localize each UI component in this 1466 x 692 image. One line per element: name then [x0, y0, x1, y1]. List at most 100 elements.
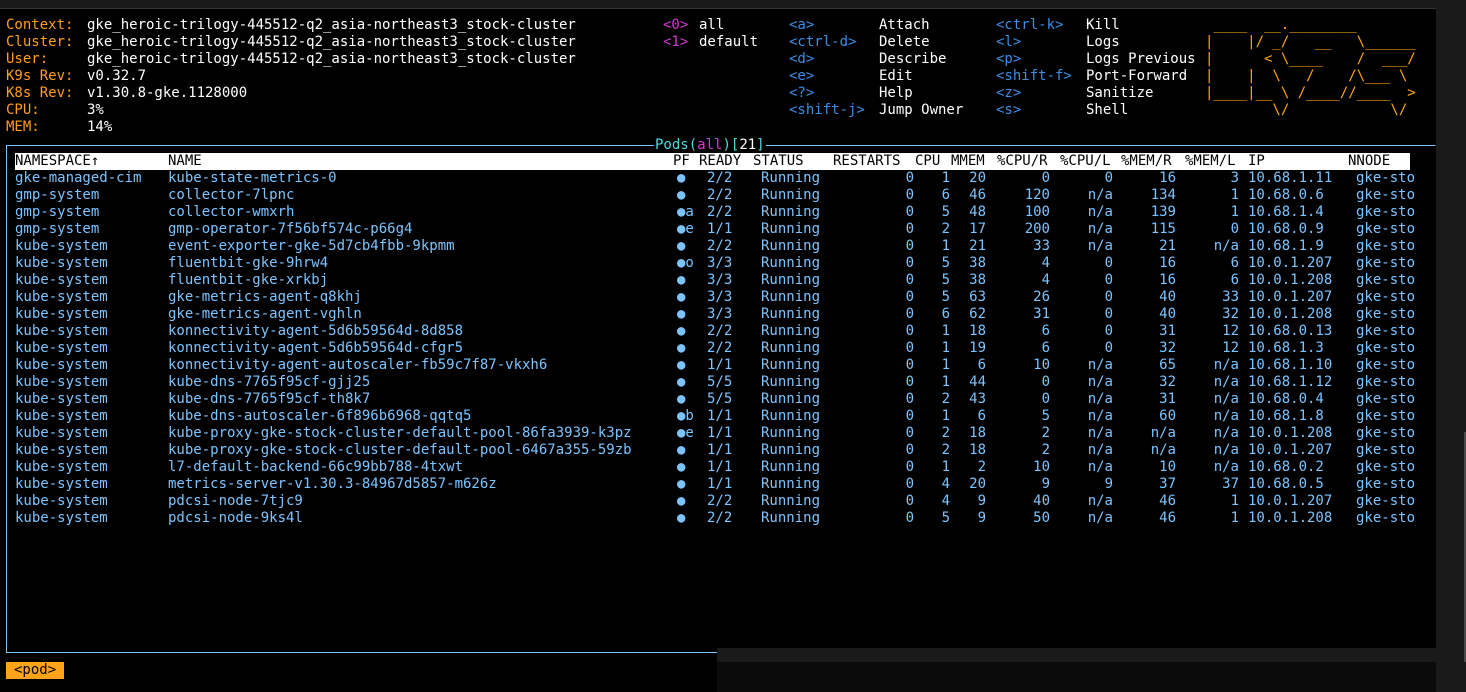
- namespace-shortcut[interactable]: <0> all: [663, 17, 758, 34]
- cell-cpur: 40: [1033, 493, 1050, 509]
- table-row[interactable]: gmp-system gmp-operator-7f56bf574c-p66g4 ●…: [15, 221, 1415, 238]
- cell-namespace: gmp-system: [15, 187, 100, 203]
- col-ready[interactable]: READY: [699, 153, 741, 170]
- col-ip[interactable]: IP: [1248, 153, 1265, 170]
- cell-restarts: 0: [905, 238, 914, 254]
- info-label: K8s Rev:: [6, 85, 74, 101]
- cell-cpur: 5: [1041, 408, 1050, 424]
- cell-node: gke-sto: [1356, 425, 1416, 441]
- table-row[interactable]: kube-system konnectivity-agent-5d6b59564d…: [15, 340, 1415, 357]
- info-row: K8s Rev: v1.30.8-gke.1128000: [6, 85, 576, 102]
- shortcut-action: Port-Forward: [1086, 68, 1188, 84]
- shortcut-item[interactable]: <d> Describe: [789, 51, 963, 68]
- col-status[interactable]: STATUS: [753, 153, 804, 170]
- table-row[interactable]: kube-system kube-proxy-gke-stock-cluster-…: [15, 442, 1415, 459]
- table-row[interactable]: kube-system metrics-server-v1.30.3-84967d…: [15, 476, 1415, 493]
- shortcut-item[interactable]: <p> Logs Previous: [996, 51, 1196, 68]
- cell-namespace: kube-system: [15, 391, 108, 407]
- table-row[interactable]: kube-system l7-default-backend-66c99bb788…: [15, 459, 1415, 476]
- info-label: CPU:: [6, 102, 40, 118]
- shortcut-item[interactable]: <e> Edit: [789, 68, 963, 85]
- shortcut-item[interactable]: <l> Logs: [996, 34, 1196, 51]
- info-label: Cluster:: [6, 34, 74, 50]
- cell-mmem: 17: [969, 221, 986, 237]
- col-namespace[interactable]: NAMESPACE↑: [15, 153, 99, 170]
- shortcut-item[interactable]: <s> Shell: [996, 102, 1196, 119]
- bottom-divider: [717, 648, 1436, 662]
- scrollbar-track[interactable]: [1436, 0, 1466, 692]
- col-cpu-r[interactable]: %CPU/R: [997, 153, 1048, 170]
- k9s-logo: ____ __.________ | |/ _/ __ \______ | < …: [1205, 17, 1416, 118]
- cell-ip: 10.0.1.208: [1248, 425, 1333, 441]
- shortcut-item[interactable]: <ctrl-k> Kill: [996, 17, 1196, 34]
- table-row[interactable]: kube-system kube-dns-7765f95cf-gjj25 ● 5/5 R…: [15, 374, 1415, 391]
- col-node[interactable]: NNODE: [1348, 153, 1390, 170]
- cell-namespace: gmp-system: [15, 221, 100, 237]
- cell-ip: 10.0.1.207: [1248, 289, 1333, 305]
- cell-ready: 1/1: [707, 425, 733, 441]
- cell-cpul: n/a: [1087, 187, 1113, 203]
- shortcut-key: <e>: [789, 68, 815, 84]
- cell-name: l7-default-backend-66c99bb788-4txwt: [168, 459, 464, 475]
- table-row[interactable]: kube-system konnectivity-agent-autoscaler…: [15, 357, 1415, 374]
- status-area: [717, 662, 1436, 692]
- shortcut-action: Attach: [879, 17, 930, 33]
- cell-node: gke-sto: [1356, 272, 1416, 288]
- cell-ip: 10.0.1.207: [1248, 493, 1333, 509]
- shortcut-item[interactable]: <a> Attach: [789, 17, 963, 34]
- cell-mmem: 18: [969, 323, 986, 339]
- table-row[interactable]: kube-system konnectivity-agent-5d6b59564d…: [15, 323, 1415, 340]
- cell-ip: 10.68.1.3: [1248, 340, 1324, 356]
- cell-cpur: 0: [1041, 374, 1050, 390]
- cell-cpur: 120: [1024, 187, 1050, 203]
- cell-memr: 139: [1150, 204, 1176, 220]
- col-restarts[interactable]: RESTARTS: [833, 153, 900, 170]
- table-row[interactable]: gke-managed-cim kube-state-metrics-0 ● 2/2 R…: [15, 170, 1415, 187]
- table-row[interactable]: gmp-system collector-wmxrh ●a 2/2 Running 0 5 4…: [15, 204, 1415, 221]
- col-mmem[interactable]: MMEM: [951, 153, 985, 170]
- cell-namespace: kube-system: [15, 459, 108, 475]
- cell-status: Running: [761, 425, 821, 441]
- cell-name: collector-wmxrh: [168, 204, 295, 220]
- cell-namespace: kube-system: [15, 493, 108, 509]
- cell-cpu: 4: [941, 476, 950, 492]
- cell-pf: ●: [677, 238, 686, 254]
- cell-meml: n/a: [1213, 442, 1239, 458]
- shortcut-key: <a>: [789, 17, 815, 33]
- col-mem-r[interactable]: %MEM/R: [1121, 153, 1172, 170]
- cell-cpu: 2: [941, 442, 950, 458]
- cell-node: gke-sto: [1356, 459, 1416, 475]
- breadcrumb[interactable]: <pod>: [6, 662, 65, 679]
- table-row[interactable]: kube-system kube-proxy-gke-stock-cluster-…: [15, 425, 1415, 442]
- shortcut-item[interactable]: <?> Help: [789, 85, 963, 102]
- col-cpu[interactable]: CPU: [915, 153, 940, 170]
- col-cpu-l[interactable]: %CPU/L: [1060, 153, 1111, 170]
- cell-restarts: 0: [905, 442, 914, 458]
- table-row[interactable]: kube-system pdcsi-node-7tjc9 ● 2/2 Running 0 4…: [15, 493, 1415, 510]
- col-pf[interactable]: PF: [673, 153, 690, 170]
- col-mem-l[interactable]: %MEM/L: [1185, 153, 1236, 170]
- cell-cpul: n/a: [1087, 204, 1113, 220]
- table-row[interactable]: kube-system fluentbit-gke-xrkbj ● 3/3 Runnin…: [15, 272, 1415, 289]
- table-row[interactable]: kube-system gke-metrics-agent-q8khj ● 3/3 Ru…: [15, 289, 1415, 306]
- shortcut-item[interactable]: <z> Sanitize: [996, 85, 1196, 102]
- table-row[interactable]: kube-system kube-dns-7765f95cf-th8k7 ● 5/5 R…: [15, 391, 1415, 408]
- table-row[interactable]: kube-system event-exporter-gke-5d7cb4fbb-…: [15, 238, 1415, 255]
- shortcut-item[interactable]: <shift-j> Jump Owner: [789, 102, 963, 119]
- cell-restarts: 0: [905, 323, 914, 339]
- cell-restarts: 0: [905, 493, 914, 509]
- shortcut-item[interactable]: <ctrl-d> Delete: [789, 34, 963, 51]
- cell-name: kube-state-metrics-0: [168, 170, 337, 186]
- col-name[interactable]: NAME: [168, 153, 202, 170]
- table-row[interactable]: kube-system fluentbit-gke-9hrw4 ●o 3/3 Runni…: [15, 255, 1415, 272]
- cell-status: Running: [761, 340, 821, 356]
- table-row[interactable]: kube-system gke-metrics-agent-vghln ● 3/3 Ru…: [15, 306, 1415, 323]
- namespace-shortcut[interactable]: <1> default: [663, 34, 758, 51]
- cell-name: gke-metrics-agent-vghln: [168, 306, 362, 322]
- table-row[interactable]: kube-system pdcsi-node-9ks4l ● 2/2 Running 0 5…: [15, 510, 1415, 527]
- shortcut-item[interactable]: <shift-f> Port-Forward: [996, 68, 1196, 85]
- table-row[interactable]: gmp-system collector-7lpnc ● 2/2 Running 0 6 46…: [15, 187, 1415, 204]
- cell-cpul: 0: [1104, 306, 1113, 322]
- cell-restarts: 0: [905, 357, 914, 373]
- table-row[interactable]: kube-system kube-dns-autoscaler-6f896b696…: [15, 408, 1415, 425]
